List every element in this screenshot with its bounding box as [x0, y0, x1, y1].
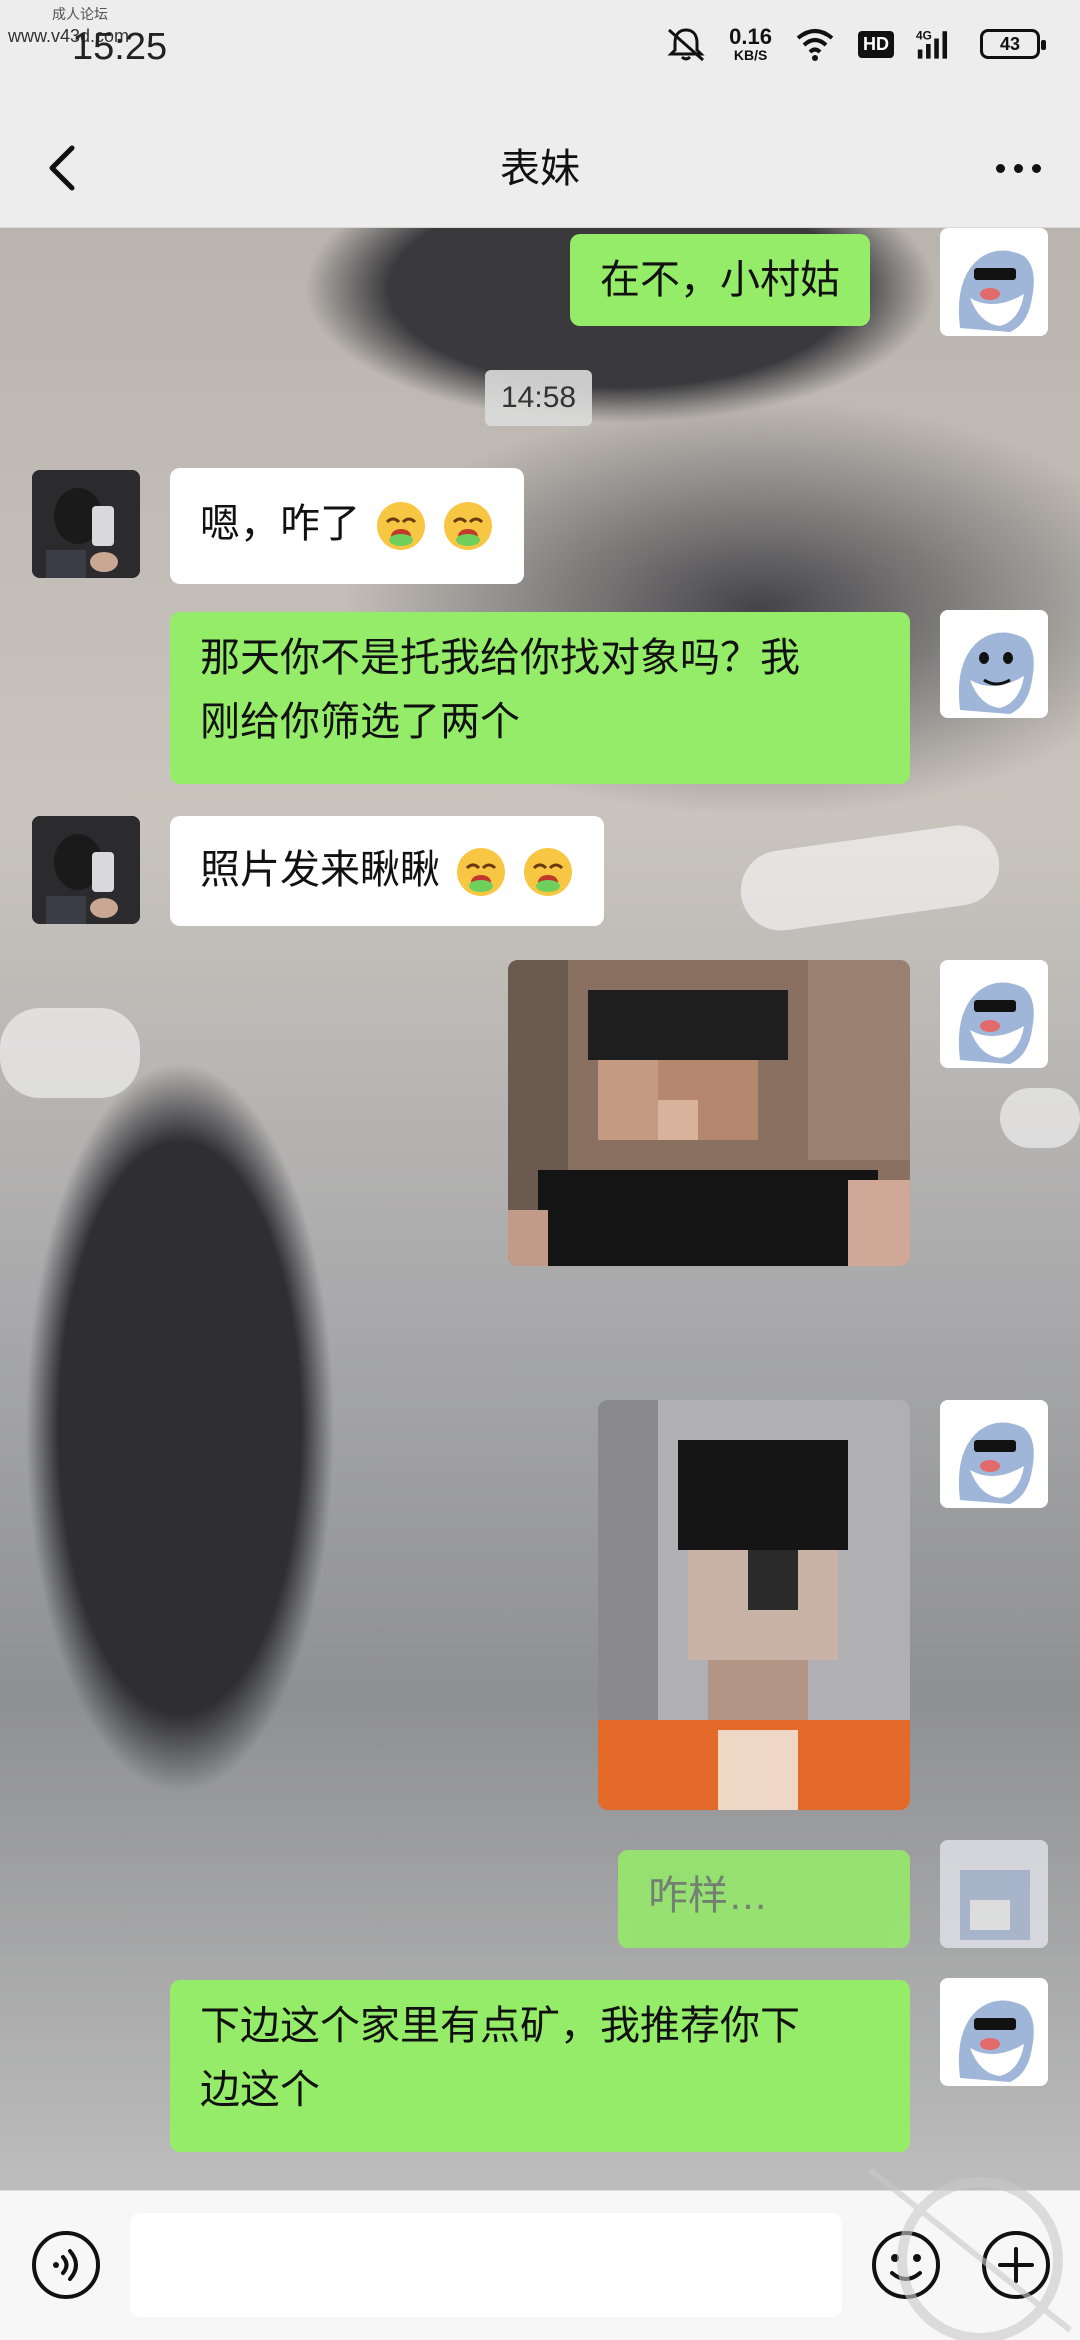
shark-sticker-avatar-icon: [940, 1978, 1048, 2086]
background-light: [1000, 1088, 1080, 1148]
avatar[interactable]: [940, 1400, 1048, 1508]
background-light: [0, 1008, 140, 1098]
drool-emoji-icon: [377, 502, 426, 551]
message-text: 照片发来瞅瞅: [200, 848, 440, 892]
message-text-line: 那天你不是托我给你找对象吗？我: [200, 636, 800, 680]
drool-emoji-icon: [524, 848, 573, 897]
avatar[interactable]: [940, 610, 1048, 718]
image-message[interactable]: [508, 960, 910, 1266]
more-dots-icon[interactable]: [986, 136, 1050, 200]
status-bar: 成人论坛 www.v43d.com 15:25 0.16 KB/S HD 4G …: [0, 0, 1080, 110]
hd-badge: HD: [858, 30, 894, 58]
message-text-line: 刚给你筛选了两个: [200, 700, 520, 744]
signal-icon: 4G: [916, 28, 948, 59]
status-icons: 0.16 KB/S HD 4G 43: [665, 24, 1046, 63]
message-input[interactable]: [130, 2213, 842, 2317]
timestamp-label: 14:58: [485, 370, 593, 426]
pixelated-photo: [508, 960, 910, 1266]
message-bubble-other[interactable]: 照片发来瞅瞅: [170, 816, 605, 926]
watermark-stamp: [868, 2167, 1072, 2340]
watermark-text: 成人论坛: [52, 6, 108, 22]
voice-icon[interactable]: [30, 2229, 102, 2301]
user-avatar-photo: [32, 816, 140, 924]
status-time: 15:25: [72, 26, 168, 68]
image-message[interactable]: [598, 1400, 910, 1810]
signal-label: 4G: [916, 28, 932, 42]
pixelated-photo: [598, 1400, 910, 1810]
user-avatar-photo: [32, 470, 140, 578]
message-bubble-self[interactable]: 下边这个家里有点矿，我推荐你下 边这个: [170, 1980, 910, 2152]
drool-emoji-icon: [444, 502, 493, 551]
battery-indicator: 43: [980, 29, 1046, 59]
message-text-line: 边这个: [200, 2068, 320, 2112]
chat-header: 表妹: [0, 110, 1080, 228]
message-bubble-self[interactable]: 那天你不是托我给你找对象吗？我 刚给你筛选了两个: [170, 612, 910, 784]
avatar[interactable]: [940, 960, 1048, 1068]
message-bubble-self[interactable]: 咋样…: [618, 1850, 910, 1948]
net-speed: 0.16 KB/S: [729, 24, 772, 63]
avatar[interactable]: [32, 816, 140, 924]
shark-sticker-avatar-icon: [940, 1840, 1048, 1948]
avatar[interactable]: [32, 470, 140, 578]
chat-message-list[interactable]: 在不，小村姑 14:58 嗯，咋了 那天你不是托我给你找对象吗？我 刚给你筛选了…: [0, 228, 1080, 2190]
mute-bell-icon: [667, 28, 705, 62]
shark-sticker-avatar-icon: [940, 228, 1048, 336]
shark-sticker-avatar-icon: [940, 1400, 1048, 1508]
net-speed-value: 0.16: [729, 24, 772, 49]
avatar[interactable]: [940, 228, 1048, 336]
background-light: [735, 820, 1005, 936]
message-bubble-self[interactable]: 在不，小村姑: [570, 234, 870, 326]
message-text: 在不，小村姑: [600, 258, 840, 302]
message-text: 嗯，咋了: [200, 502, 360, 546]
shark-sticker-avatar-icon: [940, 610, 1048, 718]
message-bubble-other[interactable]: 嗯，咋了: [170, 468, 525, 584]
avatar[interactable]: [940, 1978, 1048, 2086]
net-speed-unit: KB/S: [733, 47, 768, 63]
message-text-line: 下边这个家里有点矿，我推荐你下: [200, 2004, 800, 2048]
wifi-icon: [796, 29, 834, 61]
shark-sticker-avatar-icon: [940, 960, 1048, 1068]
message-text: 咋样…: [648, 1874, 768, 1918]
avatar[interactable]: [940, 1840, 1048, 1948]
battery-level: 43: [999, 33, 1021, 54]
drool-emoji-icon: [457, 848, 506, 897]
chat-title: 表妹: [500, 147, 580, 191]
